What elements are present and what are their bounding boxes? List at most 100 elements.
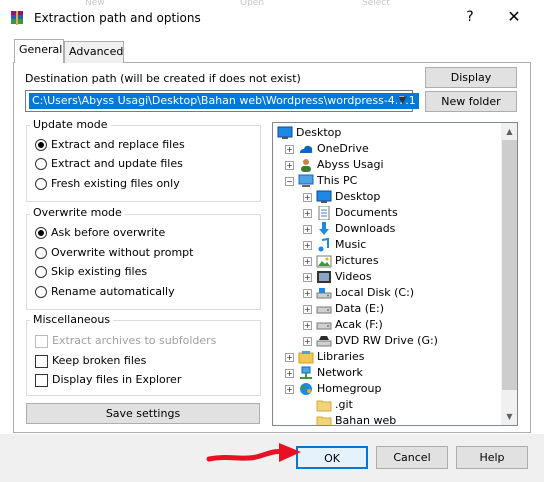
tree-node[interactable]: + Homegroup: [285, 381, 381, 397]
tree-node-label: Local Disk (C:): [335, 286, 415, 299]
expand-icon[interactable]: +: [285, 144, 294, 154]
save-settings-button[interactable]: Save settings: [26, 403, 260, 424]
checkbox-icon[interactable]: [35, 373, 48, 387]
expand-icon[interactable]: +: [285, 352, 294, 362]
radio-label: Extract and replace files: [51, 138, 185, 151]
destination-path-value[interactable]: C:\Users\Abyss Usagi\Desktop\Bahan web\W…: [29, 93, 419, 109]
ok-button[interactable]: OK: [296, 446, 368, 469]
chevron-down-icon[interactable]: ▼: [395, 93, 410, 109]
expand-icon[interactable]: +: [303, 256, 312, 266]
expand-icon[interactable]: +: [285, 160, 294, 170]
radio-label: Ask before overwrite: [51, 226, 166, 239]
checkbox-icon[interactable]: [35, 354, 48, 368]
radio-fresh-existing[interactable]: Fresh existing files only: [35, 177, 180, 191]
checkbox-display-in-explorer[interactable]: Display files in Explorer: [35, 373, 181, 387]
checkbox-label: Display files in Explorer: [52, 373, 182, 386]
tree-node[interactable]: + Desktop: [303, 189, 380, 205]
radio-icon[interactable]: [35, 158, 47, 170]
tree-node[interactable]: + Downloads: [303, 221, 395, 237]
cancel-button[interactable]: Cancel: [376, 446, 448, 469]
radio-ask-before-overwrite[interactable]: Ask before overwrite: [35, 226, 165, 240]
radio-extract-replace[interactable]: Extract and replace files: [35, 138, 185, 152]
red-annotation-arrow-icon: [206, 443, 301, 462]
tree-node[interactable]: + Documents: [303, 205, 398, 221]
tree-node-label: Homegroup: [317, 382, 382, 395]
tree-node[interactable]: + Abyss Usagi: [285, 157, 384, 173]
tree-node[interactable]: + Data (E:): [303, 301, 384, 317]
collapse-icon[interactable]: −: [285, 176, 294, 186]
checkbox-keep-broken-files[interactable]: Keep broken files: [35, 354, 146, 368]
tree-node-label: OneDrive: [317, 142, 369, 155]
expand-icon[interactable]: +: [285, 368, 294, 378]
scroll-thumb[interactable]: [502, 140, 517, 390]
tree-node[interactable]: + Local Disk (C:): [303, 285, 414, 301]
radio-selected-icon[interactable]: [35, 139, 47, 151]
tree-node[interactable]: .git: [303, 397, 353, 413]
expand-icon[interactable]: +: [303, 304, 312, 314]
tree-node[interactable]: + Pictures: [303, 253, 379, 269]
music-icon: [316, 237, 332, 252]
miscellaneous-title: Miscellaneous: [30, 314, 114, 326]
radio-label: Extract and update files: [51, 157, 183, 170]
radio-selected-icon[interactable]: [35, 227, 47, 239]
tree-scrollbar[interactable]: ▲ ▼: [501, 123, 517, 425]
expand-icon[interactable]: +: [285, 384, 294, 394]
tree-node[interactable]: + Acak (F:): [303, 317, 383, 333]
tree-node-label: Desktop: [335, 190, 381, 203]
tree-node-label: Videos: [335, 270, 372, 283]
radio-overwrite-without-prompt[interactable]: Overwrite without prompt: [35, 246, 193, 260]
background-label-new: New: [85, 0, 105, 6]
expand-icon[interactable]: +: [303, 288, 312, 298]
radio-rename-automatically[interactable]: Rename automatically: [35, 285, 175, 299]
expand-icon[interactable]: +: [303, 336, 312, 346]
expand-icon[interactable]: +: [303, 224, 312, 234]
close-button[interactable]: ✕: [504, 8, 524, 26]
tab-general[interactable]: General: [14, 39, 64, 63]
drive-icon: [316, 302, 332, 316]
destination-path-label: Destination path (will be created if doe…: [25, 72, 301, 85]
tree-node[interactable]: + Libraries: [285, 349, 365, 365]
help-button[interactable]: Help: [456, 446, 528, 469]
radio-icon[interactable]: [35, 286, 47, 298]
scroll-up-arrow-icon[interactable]: ▲: [501, 123, 517, 140]
radio-extract-update[interactable]: Extract and update files: [35, 157, 183, 171]
libraries-icon: [298, 350, 314, 364]
tree-node[interactable]: + Videos: [303, 269, 372, 285]
expand-icon[interactable]: +: [303, 320, 312, 330]
new-folder-button[interactable]: New folder: [425, 91, 517, 112]
radio-skip-existing[interactable]: Skip existing files: [35, 265, 147, 279]
tree-node[interactable]: Desktop: [277, 125, 341, 141]
pictures-icon: [316, 254, 332, 268]
radio-icon[interactable]: [35, 266, 47, 278]
computer-icon: [298, 174, 314, 188]
destination-path-combobox[interactable]: C:\Users\Abyss Usagi\Desktop\Bahan web\W…: [25, 90, 419, 112]
tree-node[interactable]: + DVD RW Drive (G:): [303, 333, 438, 349]
expand-icon[interactable]: +: [303, 208, 312, 218]
checkbox-label: Keep broken files: [52, 354, 147, 367]
tree-node-label: Documents: [335, 206, 398, 219]
tree-node-label: Desktop: [296, 126, 342, 139]
background-label-open: Open: [240, 0, 265, 6]
background-label-select: Select: [362, 0, 390, 6]
radio-label: Skip existing files: [51, 265, 148, 278]
network-icon: [298, 366, 314, 380]
folder-icon: [316, 398, 332, 412]
tree-node[interactable]: + OneDrive: [285, 141, 369, 157]
tree-node[interactable]: − This PC: [285, 173, 357, 189]
tree-node-label: Network: [317, 366, 363, 379]
expand-icon[interactable]: +: [303, 272, 312, 282]
drive-icon: [316, 318, 332, 332]
radio-label: Overwrite without prompt: [51, 246, 194, 259]
radio-icon[interactable]: [35, 178, 47, 190]
tree-node[interactable]: + Music: [303, 237, 366, 253]
tree-node[interactable]: + Network: [285, 365, 363, 381]
radio-icon[interactable]: [35, 247, 47, 259]
scroll-down-arrow-icon[interactable]: ▼: [501, 408, 517, 425]
folder-tree[interactable]: Desktop + OneDrive + Abyss Usagi − This PC + Des…: [272, 122, 518, 426]
tree-node[interactable]: Bahan web: [303, 413, 396, 425]
tab-advanced[interactable]: Advanced: [64, 41, 124, 63]
expand-icon[interactable]: +: [303, 192, 312, 202]
title-help-button[interactable]: ?: [463, 9, 477, 25]
display-button[interactable]: Display: [425, 67, 517, 88]
expand-icon[interactable]: +: [303, 240, 312, 250]
